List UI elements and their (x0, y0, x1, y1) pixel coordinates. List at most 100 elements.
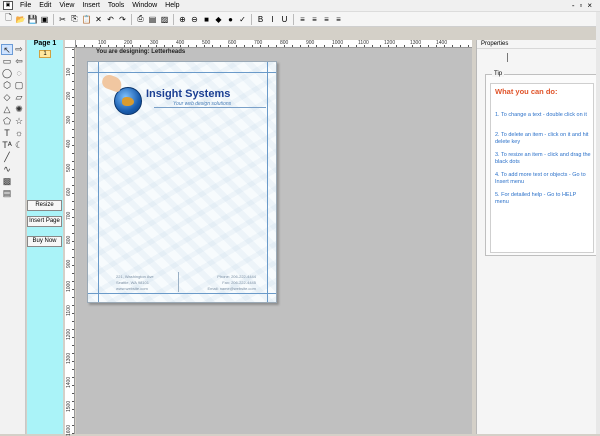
image-icon[interactable]: ▨ (159, 14, 170, 25)
page-strip: Page 1 1 Resize Insert Page Buy Now (27, 40, 63, 434)
table-tool-icon[interactable]: ▤ (1, 188, 13, 199)
callout-icon[interactable]: ◌ (13, 68, 25, 79)
paste-icon[interactable]: 📋 (81, 14, 92, 25)
open-icon[interactable]: 📂 (15, 14, 26, 25)
paint-icon[interactable]: ◆ (213, 14, 224, 25)
curve-tool-icon[interactable]: ∿ (1, 164, 13, 175)
ruler-tick-label: 100 (66, 67, 72, 76)
zoom-out-icon[interactable]: ⊖ (189, 14, 200, 25)
page-thumbnail[interactable]: 1 (39, 50, 51, 58)
properties-caret (507, 53, 508, 62)
ruler-tick-label: 700 (66, 211, 72, 220)
fill-color-icon[interactable]: ■ (201, 14, 212, 25)
bold-icon[interactable]: B (255, 14, 266, 25)
new-icon[interactable]: 🗋 (3, 13, 14, 25)
text-frame-icon[interactable]: Tᴬ (1, 140, 13, 151)
star-tool-icon[interactable]: ☆ (13, 116, 25, 127)
align-left-icon[interactable]: ≡ (297, 14, 308, 25)
spell-icon[interactable]: ✓ (237, 14, 248, 25)
octagon-tool-icon[interactable]: ⬡ (1, 80, 13, 91)
diamond-tool-icon[interactable]: ◇ (1, 92, 13, 103)
undo-icon[interactable]: ↶ (105, 14, 116, 25)
toolbar-separator (173, 13, 174, 25)
menu-insert[interactable]: Insert (78, 2, 104, 9)
arrow-shape-icon[interactable]: ⇨ (13, 44, 25, 55)
ruler-tick-label: 900 (306, 40, 315, 46)
preview-icon[interactable]: ▤ (147, 14, 158, 25)
polygon-tool-icon[interactable]: ⬠ (1, 116, 13, 127)
redo-icon[interactable]: ↷ (117, 14, 128, 25)
lock-icon[interactable]: ● (225, 14, 236, 25)
speech-bubble-icon[interactable]: ▢ (13, 80, 25, 91)
restore-button[interactable]: ▫ (579, 1, 582, 10)
burst-tool-icon[interactable]: ✺ (13, 104, 25, 115)
address-line-3: www.website.com (116, 286, 148, 291)
minimize-button[interactable]: - (572, 1, 575, 10)
ruler-tick-label: 1300 (410, 40, 422, 46)
print-icon[interactable]: ⎙ (135, 14, 146, 25)
margin-guide-right (267, 62, 268, 302)
footer-separator (178, 272, 179, 292)
menu-help[interactable]: Help (161, 2, 183, 9)
triangle-tool-icon[interactable]: △ (1, 104, 13, 115)
footer-contact[interactable]: Phone: 206-222-4444 Fax: 206-222-4445 Em… (196, 274, 256, 292)
ellipse-tool-icon[interactable]: ◯ (1, 68, 13, 79)
line-tool-icon[interactable]: ╱ (1, 152, 13, 163)
ruler-tick-label: 1500 (66, 400, 72, 412)
select-arrow-icon[interactable]: ↖ (1, 44, 13, 55)
image-tool-icon[interactable]: ▩ (1, 176, 13, 187)
cut-icon[interactable]: ✂ (57, 14, 68, 25)
footer-address[interactable]: 221, Washington Ave Seattle, WA 98101 ww… (116, 274, 154, 292)
ruler-tick-label: 600 (66, 187, 72, 196)
menu-tools[interactable]: Tools (104, 2, 128, 9)
margin-guide-bottom (88, 293, 276, 294)
pdf-icon[interactable]: ▣ (39, 14, 50, 25)
ruler-tick-label: 100 (98, 40, 107, 46)
ruler-tick-label: 1100 (66, 305, 72, 316)
align-right-icon[interactable]: ≡ (321, 14, 332, 25)
properties-divider (477, 48, 600, 49)
design-canvas[interactable]: You are designing: Letterheads Insight S… (76, 48, 472, 434)
moon-shape-icon[interactable]: ☾ (13, 140, 25, 151)
align-center-icon[interactable]: ≡ (309, 14, 320, 25)
justify-icon[interactable]: ≡ (333, 14, 344, 25)
ruler-tick-label: 1000 (332, 40, 344, 46)
ruler-tick-label: 800 (280, 40, 289, 46)
insert-page-button[interactable]: Insert Page (27, 216, 62, 227)
toolbar-separator (131, 13, 132, 25)
ruler-tick-label: 900 (66, 259, 72, 268)
ruler-tick-label: 1200 (66, 328, 72, 340)
text-tool-icon[interactable]: T (1, 128, 13, 139)
copy-icon[interactable]: ⎘ (69, 14, 80, 25)
resize-button[interactable]: Resize (27, 200, 62, 211)
parallelogram-tool-icon[interactable]: ▱ (13, 92, 25, 103)
company-name[interactable]: Insight Systems (146, 88, 230, 100)
menu-view[interactable]: View (55, 2, 78, 9)
save-icon[interactable]: 💾 (27, 14, 38, 25)
app-icon[interactable]: ▣ (3, 1, 13, 10)
rectangle-tool-icon[interactable]: ▭ (1, 56, 13, 67)
underline-icon[interactable]: U (279, 14, 290, 25)
tip-item: 1. To change a text - double click on it (495, 112, 587, 118)
menu-file[interactable]: File (16, 2, 35, 9)
italic-icon[interactable]: I (267, 14, 278, 25)
toolbar-separator (251, 13, 252, 25)
ruler-tick-label: 1300 (66, 352, 72, 364)
zoom-in-icon[interactable]: ⊕ (177, 14, 188, 25)
ruler-corner (65, 40, 76, 48)
ruler-tick-label: 400 (66, 139, 72, 148)
menu-edit[interactable]: Edit (35, 2, 55, 9)
sun-shape-icon[interactable]: ☼ (13, 128, 25, 139)
header-rule (154, 107, 266, 108)
letterhead-page[interactable]: Insight Systems Your web design solution… (87, 61, 277, 303)
properties-title: Properties (481, 41, 509, 47)
tip-item: 2. To delete an item - click on it and h… (495, 132, 589, 145)
delete-icon[interactable]: ✕ (93, 14, 104, 25)
left-arrow-shape-icon[interactable]: ⇦ (13, 56, 25, 67)
menu-window[interactable]: Window (128, 2, 161, 9)
close-button[interactable]: × (587, 1, 592, 10)
buy-now-button[interactable]: Buy Now (27, 236, 62, 247)
ruler-tick-label: 1000 (66, 280, 72, 292)
tip-item: 4. To add more text or objects - Go to I… (495, 172, 586, 185)
tip-item: 3. To resize an item - click and drag th… (495, 152, 591, 165)
